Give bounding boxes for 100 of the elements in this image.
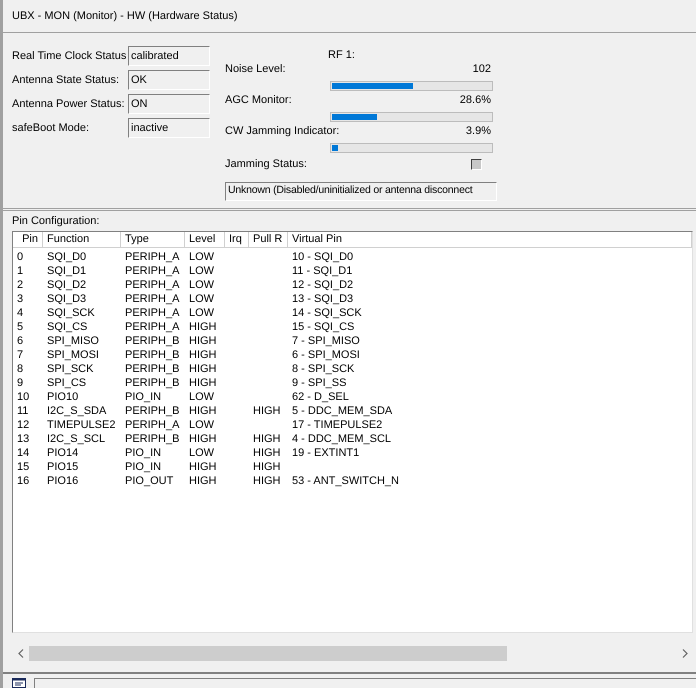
- table-cell: PIO10: [47, 390, 78, 403]
- table-cell: 0: [17, 250, 24, 263]
- column-header[interactable]: Level: [185, 232, 225, 248]
- table-cell: 14: [17, 446, 30, 459]
- status-field: ON: [128, 94, 210, 114]
- status-field: calibrated: [128, 46, 210, 66]
- status-field: inactive: [128, 118, 210, 138]
- table-cell: 5: [17, 320, 24, 333]
- field-label: safeBoot Mode:: [12, 120, 90, 136]
- table-cell: PERIPH_B: [125, 362, 180, 375]
- table-row[interactable]: 15 PIO15 PIO_IN HIGH HIGH: [13, 460, 692, 474]
- table-cell: SPI_CS: [47, 376, 86, 389]
- table-cell: 13 - SQI_D3: [292, 292, 354, 305]
- table-cell: 8: [17, 362, 24, 375]
- table-cell: PIO_IN: [125, 446, 162, 459]
- table-cell: PIO_IN: [125, 460, 162, 473]
- table-row[interactable]: 10 PIO10 PIO_IN LOW 62 - D_SEL: [13, 390, 692, 404]
- table-cell: SQI_D3: [47, 292, 86, 305]
- table-cell: LOW: [189, 306, 214, 319]
- table-cell: 8 - SPI_SCK: [292, 362, 354, 375]
- table-cell: 53 - ANT_SWITCH_N: [292, 474, 399, 487]
- table-cell: PERIPH_B: [125, 348, 180, 361]
- table-cell: PIO14: [47, 446, 78, 459]
- table-cell: HIGH: [253, 404, 280, 417]
- table-cell: HIGH: [189, 460, 216, 473]
- table-cell: SQI_D2: [47, 278, 86, 291]
- field-label: Antenna Power Status:: [12, 96, 126, 112]
- table-cell: PERIPH_A: [125, 264, 180, 277]
- table-cell: 3: [17, 292, 24, 305]
- table-row[interactable]: 2 SQI_D2 PERIPH_A LOW 12 - SQI_D2: [13, 278, 692, 292]
- table-row[interactable]: 11 I2C_S_SDA PERIPH_B HIGH HIGH 5 - DDC_MEM_SDA: [13, 404, 692, 418]
- jamming-status-label: Jamming Status:: [225, 157, 307, 172]
- table-cell: SPI_SCK: [47, 362, 94, 375]
- rf-heading: RF 1:: [328, 48, 356, 62]
- table-cell: PIO16: [47, 474, 78, 487]
- table-cell: 12: [17, 418, 30, 431]
- table-cell: PERIPH_B: [125, 376, 180, 389]
- section-label: Pin Configuration:: [12, 214, 100, 230]
- table-cell: PERIPH_A: [125, 292, 180, 305]
- table-cell: PERIPH_B: [125, 432, 180, 445]
- table-row[interactable]: 3 SQI_D3 PERIPH_A LOW 13 - SQI_D3: [13, 292, 692, 306]
- table-cell: 14 - SQI_SCK: [292, 306, 362, 319]
- table-cell: 13: [17, 432, 30, 445]
- table-cell: SPI_MOSI: [47, 348, 99, 361]
- table-cell: PERIPH_A: [125, 250, 180, 263]
- table-cell: HIGH: [189, 376, 216, 389]
- table-cell: 12 - SQI_D2: [292, 278, 354, 291]
- table-row[interactable]: 6 SPI_MISO PERIPH_B HIGH 7 - SPI_MISO: [13, 334, 692, 348]
- column-header[interactable]: Virtual Pin: [288, 232, 692, 248]
- table-cell: 7 - SPI_MISO: [292, 334, 360, 347]
- table-cell: 15: [17, 460, 30, 473]
- table-cell: 6 - SPI_MOSI: [292, 348, 360, 361]
- table-row[interactable]: 7 SPI_MOSI PERIPH_B HIGH 6 - SPI_MOSI: [13, 348, 692, 362]
- table-cell: HIGH: [189, 362, 216, 375]
- table-cell: LOW: [189, 264, 214, 277]
- table-cell: PERIPH_A: [125, 320, 180, 333]
- table-cell: I2C_S_SDA: [47, 404, 106, 417]
- table-cell: HIGH: [189, 334, 216, 347]
- table-row[interactable]: 9 SPI_CS PERIPH_B HIGH 9 - SPI_SS: [13, 376, 692, 390]
- table-cell: HIGH: [189, 404, 216, 417]
- table-cell: PIO_OUT: [125, 474, 174, 487]
- table-cell: PERIPH_A: [125, 306, 180, 319]
- table-row[interactable]: 16 PIO16 PIO_OUT HIGH HIGH 53 - ANT_SWITCH_N: [13, 474, 692, 488]
- table-cell: 2: [17, 278, 24, 291]
- table-row[interactable]: 1 SQI_D1 PERIPH_A LOW 11 - SQI_D1: [13, 264, 692, 278]
- table-cell: HIGH: [253, 446, 280, 459]
- column-header[interactable]: Pin: [13, 232, 43, 248]
- meter-label: Noise Level:: [225, 62, 286, 78]
- table-row[interactable]: 0 SQI_D0 PERIPH_A LOW 10 - SQI_D0: [13, 250, 692, 264]
- meter-reading: 3.9%: [466, 124, 491, 140]
- table-row[interactable]: 13 I2C_S_SCL PERIPH_B HIGH HIGH 4 - DDC_MEM_SCL: [13, 432, 692, 446]
- jamming-status-field: Unknown (Disabled/uninitialized or antenna disconnect: [225, 182, 497, 201]
- table-row[interactable]: 12 TIMEPULSE2 PERIPH_A LOW 17 - TIMEPULSE2: [13, 418, 692, 432]
- table-cell: HIGH: [253, 432, 280, 445]
- table-cell: 10 - SQI_D0: [292, 250, 354, 263]
- table-cell: 4 - DDC_MEM_SCL: [292, 432, 392, 445]
- column-header[interactable]: Pull R: [249, 232, 288, 248]
- table-row[interactable]: 4 SQI_SCK PERIPH_A LOW 14 - SQI_SCK: [13, 306, 692, 320]
- table-cell: 11 - SQI_D1: [292, 264, 352, 277]
- table-cell: LOW: [189, 390, 214, 403]
- table-cell: SQI_SCK: [47, 306, 95, 319]
- table-cell: PERIPH_B: [125, 404, 180, 417]
- table-cell: TIMEPULSE2: [47, 418, 116, 431]
- table-row[interactable]: 8 SPI_SCK PERIPH_B HIGH 8 - SPI_SCK: [13, 362, 692, 376]
- column-header[interactable]: Function: [43, 232, 121, 248]
- table-row[interactable]: 5 SQI_CS PERIPH_A HIGH 15 - SQI_CS: [13, 320, 692, 334]
- meter-reading: 28.6%: [460, 93, 491, 108]
- table-row[interactable]: 14 PIO14 PIO_IN LOW HIGH 19 - EXTINT1: [13, 446, 692, 460]
- table-cell: PERIPH_B: [125, 334, 180, 347]
- console-icon[interactable]: [12, 678, 26, 688]
- meter-label: AGC Monitor:: [225, 93, 292, 108]
- table-cell: LOW: [189, 418, 214, 431]
- column-header[interactable]: Type: [121, 232, 185, 248]
- table-cell: LOW: [189, 446, 214, 459]
- table-cell: HIGH: [189, 348, 216, 361]
- table-cell: HIGH: [189, 432, 216, 445]
- column-header[interactable]: Irq: [225, 232, 249, 248]
- table-cell: 10: [17, 390, 30, 403]
- table-cell: PIO15: [47, 460, 78, 473]
- table-cell: HIGH: [253, 460, 280, 473]
